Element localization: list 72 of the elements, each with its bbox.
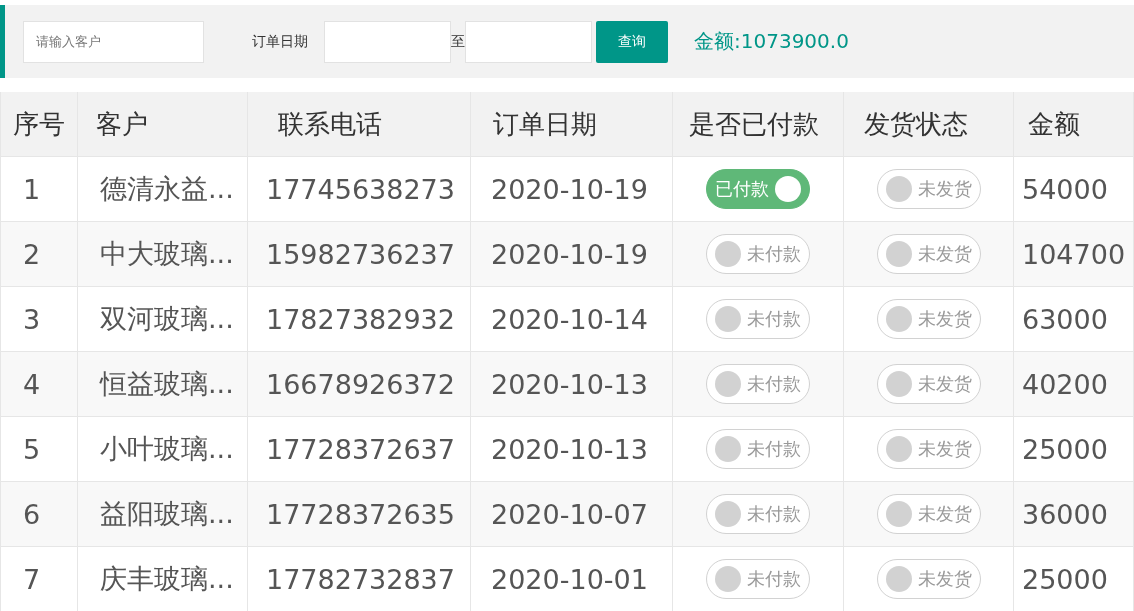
table-cell: 25000 xyxy=(1014,417,1134,482)
column-header: 联系电话 xyxy=(248,92,471,157)
shipped-switch[interactable]: 未发货 xyxy=(876,234,981,274)
table-cell: 双河玻璃... xyxy=(78,287,248,352)
paid-switch[interactable]: 已付款 xyxy=(706,169,810,209)
shipped-switch[interactable]: 未发货 xyxy=(876,559,981,599)
paid-switch[interactable]: 未付款 xyxy=(706,364,810,404)
table-cell: 40200 xyxy=(1014,352,1134,417)
shipped-switch[interactable]: 未发货 xyxy=(876,494,981,534)
table-cell: 2020-10-19 xyxy=(471,157,673,222)
table-cell: 2020-10-14 xyxy=(471,287,673,352)
switch-knob-icon xyxy=(885,501,912,527)
table-cell: 益阳玻璃... xyxy=(78,482,248,547)
switch-knob-icon xyxy=(715,436,741,462)
table-cell: 63000 xyxy=(1014,287,1134,352)
switch-knob-icon xyxy=(885,306,912,332)
shipped-switch[interactable]: 未发货 xyxy=(876,364,981,404)
table-cell: 15982736237 xyxy=(248,222,471,287)
table-cell: 6 xyxy=(1,482,78,547)
date-separator: 至 xyxy=(451,32,465,51)
switch-knob-icon xyxy=(715,371,741,397)
table-cell: 5 xyxy=(1,417,78,482)
switch-knob-icon xyxy=(885,566,912,592)
paid-switch[interactable]: 未付款 xyxy=(706,429,810,469)
column-header: 序号 xyxy=(1,92,78,157)
paid-switch[interactable]: 未付款 xyxy=(706,494,810,534)
column-header: 客户 xyxy=(78,92,248,157)
shipped-switch[interactable]: 未发货 xyxy=(876,169,981,209)
table-cell: 17745638273 xyxy=(248,157,471,222)
table-cell: 104700 xyxy=(1014,222,1134,287)
table-cell: 2020-10-13 xyxy=(471,417,673,482)
total-amount: 金额:1073900.0 xyxy=(694,28,849,55)
column-header: 是否已付款 xyxy=(673,92,844,157)
table-cell: 2020-10-07 xyxy=(471,482,673,547)
table-cell: 小叶玻璃... xyxy=(78,417,248,482)
table-cell: 恒益玻璃... xyxy=(78,352,248,417)
switch-knob-icon xyxy=(775,176,801,202)
switch-knob-icon xyxy=(715,501,741,527)
table-cell: 1 xyxy=(1,157,78,222)
date-from-field[interactable] xyxy=(324,20,451,63)
shipped-switch[interactable]: 未发货 xyxy=(876,299,981,339)
table-cell: 36000 xyxy=(1014,482,1134,547)
column-header: 订单日期 xyxy=(471,92,673,157)
switch-knob-icon xyxy=(885,176,912,202)
switch-knob-icon xyxy=(715,306,741,332)
table-cell: 16678926372 xyxy=(248,352,471,417)
shipped-switch[interactable]: 未发货 xyxy=(876,429,981,469)
switch-knob-icon xyxy=(715,566,741,592)
table-cell: 2 xyxy=(1,222,78,287)
table-cell: 2020-10-19 xyxy=(471,222,673,287)
date-to-field[interactable] xyxy=(465,20,592,63)
table-cell: 中大玻璃... xyxy=(78,222,248,287)
table-cell: 2020-10-13 xyxy=(471,352,673,417)
query-button[interactable]: 查询 xyxy=(596,20,668,63)
paid-switch[interactable]: 未付款 xyxy=(706,299,810,339)
table-cell: 17827382932 xyxy=(248,287,471,352)
table-cell: 德清永益... xyxy=(78,157,248,222)
table-cell: 17728372637 xyxy=(248,417,471,482)
table-cell: 17728372635 xyxy=(248,482,471,547)
customer-field[interactable]: 请输入客户 xyxy=(23,20,204,63)
table-cell: 4 xyxy=(1,352,78,417)
switch-knob-icon xyxy=(885,436,912,462)
switch-knob-icon xyxy=(885,371,912,397)
column-header: 金额 xyxy=(1014,92,1134,157)
paid-switch[interactable]: 未付款 xyxy=(706,559,810,599)
table-cell: 54000 xyxy=(1014,157,1134,222)
switch-knob-icon xyxy=(885,241,912,267)
date-label: 订单日期 xyxy=(252,32,308,51)
table-cell: 3 xyxy=(1,287,78,352)
paid-switch[interactable]: 未付款 xyxy=(706,234,810,274)
switch-knob-icon xyxy=(715,241,741,267)
column-header: 发货状态 xyxy=(844,92,1014,157)
